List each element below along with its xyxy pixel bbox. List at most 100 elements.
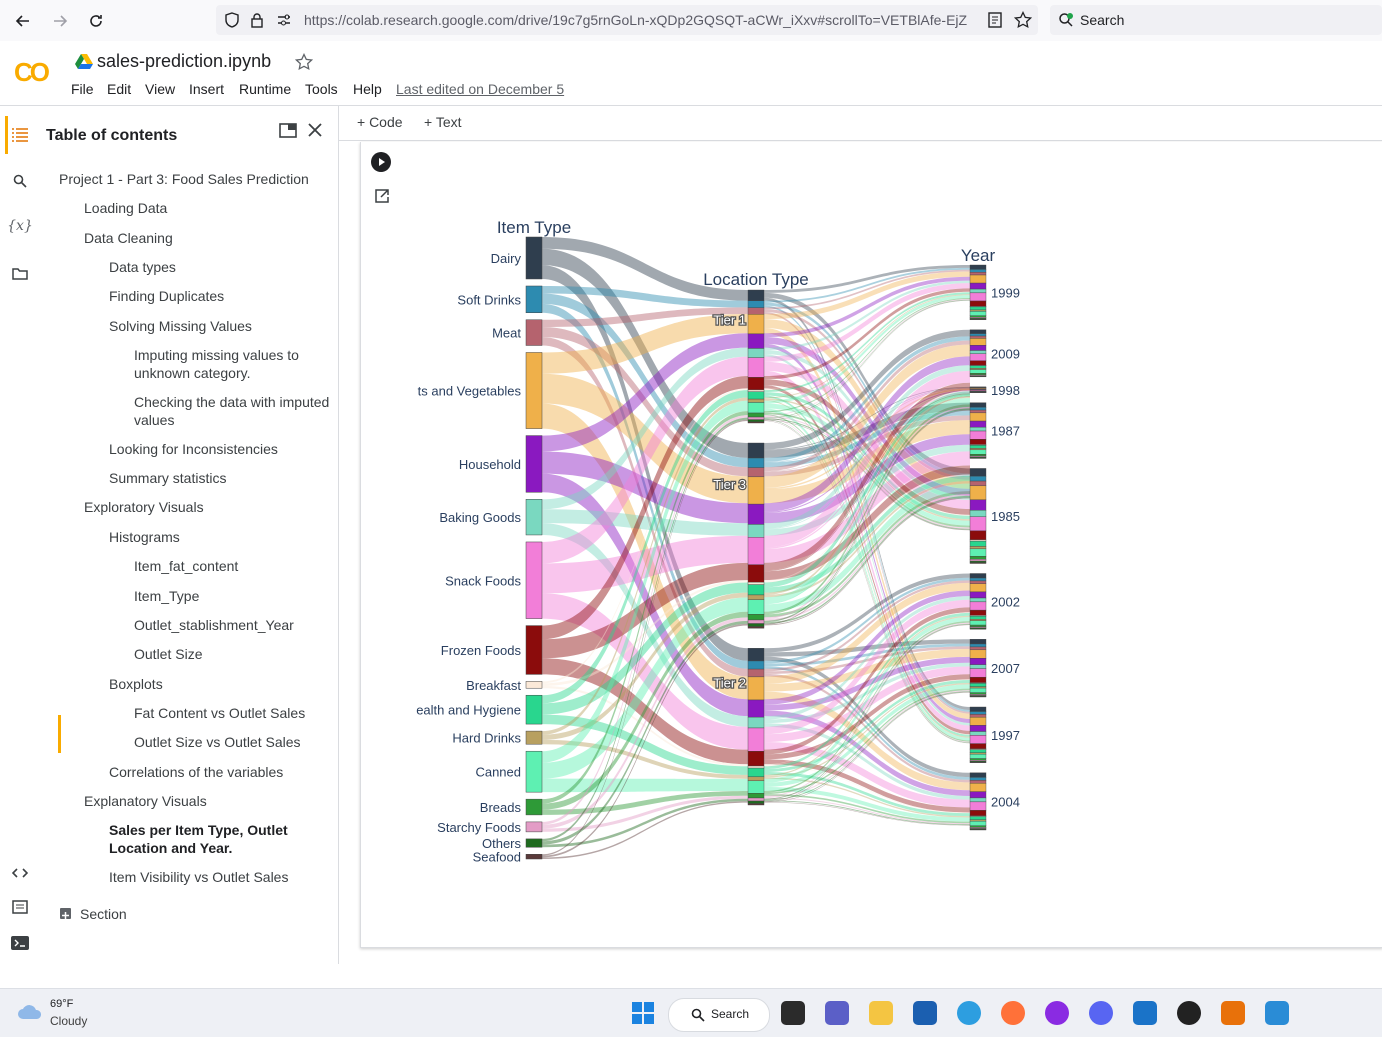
- url-bar[interactable]: https://colab.research.google.com/drive/…: [216, 5, 1038, 35]
- variables-icon[interactable]: {x}: [8, 214, 32, 238]
- toc-item[interactable]: Item_fat_content: [134, 557, 330, 575]
- sankey-node-segment: [970, 265, 986, 269]
- toc-item[interactable]: Summary statistics: [109, 469, 330, 487]
- sankey-node-segment: [970, 458, 986, 459]
- toc-item[interactable]: Data types: [109, 258, 330, 276]
- back-icon[interactable]: [10, 8, 36, 34]
- toc-item[interactable]: Item Visibility vs Outlet Sales: [109, 868, 330, 886]
- vscode-icon[interactable]: [1265, 1001, 1289, 1025]
- mail-icon[interactable]: [1133, 1001, 1157, 1025]
- toc-item[interactable]: Correlations of the variables: [109, 763, 330, 781]
- store-icon[interactable]: [913, 1001, 937, 1025]
- sankey-node-segment: [970, 454, 986, 456]
- url-text[interactable]: https://colab.research.google.com/drive/…: [304, 12, 967, 28]
- teams-icon[interactable]: [825, 1001, 849, 1025]
- help-icon[interactable]: [957, 1001, 981, 1025]
- toc-item[interactable]: Outlet Size vs Outlet Sales: [134, 733, 330, 751]
- menu-help[interactable]: Help: [353, 81, 382, 97]
- search-icon[interactable]: [8, 169, 32, 193]
- sankey-node-segment: [748, 399, 764, 402]
- sankey-node-segment: [970, 361, 986, 365]
- forward-icon[interactable]: [47, 8, 73, 34]
- sankey-node-segment: [970, 817, 986, 820]
- toc-item[interactable]: Item_Type: [134, 587, 330, 605]
- sankey-node-segment: [748, 504, 764, 524]
- sankey-node-segment: [970, 510, 986, 517]
- column-title-item-type: Item Type: [497, 218, 571, 237]
- notebook-title[interactable]: sales-prediction.ipynb: [97, 51, 271, 72]
- toc-item[interactable]: Explanatory Visuals: [84, 792, 330, 810]
- toc-item[interactable]: Loading Data: [84, 199, 330, 217]
- toc-item[interactable]: Sales per Item Type, Outlet Location and…: [109, 821, 330, 857]
- lock-icon[interactable]: [250, 12, 264, 28]
- add-section-label[interactable]: Section: [80, 906, 127, 922]
- file-explorer-icon[interactable]: [869, 1001, 893, 1025]
- toc-icon[interactable]: [8, 123, 32, 147]
- command-palette-icon[interactable]: [8, 895, 32, 919]
- play-icon: [371, 152, 391, 172]
- sankey-node-segment: [748, 413, 764, 417]
- app-icon[interactable]: [1221, 1001, 1245, 1025]
- private-browsing-icon[interactable]: [1045, 1001, 1069, 1025]
- open-in-tab-icon[interactable]: [279, 123, 297, 138]
- permissions-icon[interactable]: [276, 13, 292, 27]
- windows-start-icon[interactable]: [632, 1002, 654, 1024]
- menu-insert[interactable]: Insert: [189, 81, 224, 97]
- toc-item[interactable]: Data Cleaning: [84, 229, 330, 247]
- search-label: Search: [1080, 12, 1124, 28]
- close-icon[interactable]: [308, 123, 322, 137]
- sankey-node-segment: [748, 582, 764, 584]
- menu-edit[interactable]: Edit: [107, 81, 131, 97]
- add-section-icon[interactable]: [60, 908, 71, 919]
- sankey-node-segment: [970, 574, 986, 579]
- toc-item[interactable]: Checking the data with imputed values: [134, 393, 330, 429]
- toc-item[interactable]: Outlet_stablishment_Year: [134, 616, 330, 634]
- menu-view[interactable]: View: [145, 81, 175, 97]
- add-text-button[interactable]: + Text: [424, 114, 462, 130]
- obs-icon[interactable]: [1177, 1001, 1201, 1025]
- bookmark-star-icon[interactable]: [1014, 11, 1032, 29]
- run-cell-button[interactable]: [371, 152, 391, 172]
- cloud-icon[interactable]: [16, 1001, 44, 1021]
- output-actions-icon[interactable]: [374, 188, 390, 204]
- sankey-node-segment: [748, 661, 764, 669]
- weather-condition[interactable]: Cloudy: [50, 1014, 87, 1028]
- taskbar-search[interactable]: Search: [668, 998, 770, 1032]
- reader-view-icon[interactable]: [988, 12, 1002, 28]
- toc-item[interactable]: Finding Duplicates: [109, 287, 330, 305]
- sankey-node-segment: [970, 373, 986, 374]
- discord-icon[interactable]: [1089, 1001, 1113, 1025]
- toc-item[interactable]: Looking for Inconsistencies: [109, 440, 330, 458]
- toc-item[interactable]: Fat Content vs Outlet Sales: [134, 704, 330, 722]
- toc-item[interactable]: Exploratory Visuals: [84, 498, 330, 516]
- menu-runtime[interactable]: Runtime: [239, 81, 291, 97]
- toc-item[interactable]: Project 1 - Part 3: Food Sales Predictio…: [59, 170, 330, 188]
- firefox-icon[interactable]: [1001, 1001, 1025, 1025]
- task-view-icon[interactable]: [781, 1001, 805, 1025]
- colab-logo[interactable]: CO: [14, 57, 47, 88]
- toc-item[interactable]: Outlet Size: [134, 645, 330, 663]
- last-edited-link[interactable]: Last edited on December 5: [396, 81, 564, 97]
- toc-item[interactable]: Boxplots: [109, 675, 330, 693]
- browser-search-box[interactable]: Search: [1050, 5, 1382, 35]
- toc-item[interactable]: Histograms: [109, 528, 330, 546]
- sankey-node-segment: [748, 751, 764, 766]
- menu-tools[interactable]: Tools: [305, 81, 338, 97]
- menu-file[interactable]: File: [71, 81, 94, 97]
- sankey-node-segment: [748, 804, 764, 805]
- weather-temperature[interactable]: 69°F: [50, 998, 73, 1010]
- star-icon[interactable]: [295, 53, 313, 71]
- files-folder-icon[interactable]: [8, 261, 32, 285]
- reload-icon[interactable]: [83, 8, 109, 34]
- code-snippets-icon[interactable]: [8, 861, 32, 885]
- shield-icon[interactable]: [224, 12, 240, 28]
- toc-item[interactable]: Imputing missing values to unknown categ…: [134, 346, 330, 382]
- sankey-node-segment: [970, 714, 986, 717]
- sankey-node-segment: [970, 431, 986, 439]
- toc-item[interactable]: Solving Missing Values: [109, 317, 330, 335]
- add-code-button[interactable]: + Code: [357, 114, 403, 130]
- sankey-node-segment: [970, 336, 986, 338]
- sankey-node-segment: [748, 390, 764, 392]
- terminal-icon[interactable]: [8, 931, 32, 955]
- sankey-node: [526, 542, 542, 619]
